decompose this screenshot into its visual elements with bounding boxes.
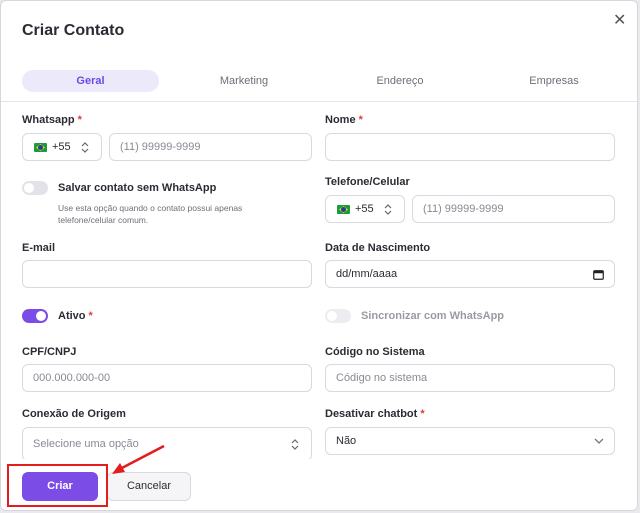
- telefone-country-select[interactable]: +55: [325, 195, 405, 223]
- birthdate-input[interactable]: dd/mm/aaaa: [325, 260, 615, 288]
- chatbot-select[interactable]: Não: [325, 427, 615, 455]
- whatsapp-number-input[interactable]: (11) 99999-9999: [109, 133, 312, 161]
- ativo-toggle[interactable]: [22, 309, 48, 323]
- calendar-icon[interactable]: [593, 269, 604, 280]
- birthdate-label: Data de Nascimento: [325, 242, 431, 254]
- tab-marketing[interactable]: Marketing: [170, 70, 318, 92]
- chatbot-label: Desativar chatbot *: [325, 408, 425, 420]
- tab-endereco[interactable]: Endereço: [326, 70, 474, 92]
- cancel-button[interactable]: Cancelar: [107, 472, 191, 501]
- modal-title: Criar Contato: [22, 22, 125, 39]
- save-without-whatsapp-help: Use esta opção quando o contato possui a…: [58, 203, 243, 225]
- divider: [1, 101, 637, 102]
- telefone-label: Telefone/Celular: [325, 176, 410, 188]
- select-arrows-icon: [291, 439, 299, 450]
- conexao-select[interactable]: Selecione uma opção: [22, 427, 312, 461]
- cpf-input[interactable]: 000.000.000-00: [22, 364, 312, 392]
- create-contact-modal: Criar Contato ✕ Geral Marketing Endereço…: [0, 0, 638, 511]
- sync-whatsapp-label: Sincronizar com WhatsApp: [361, 310, 505, 322]
- tab-geral[interactable]: Geral: [22, 70, 159, 92]
- select-arrows-icon: [384, 204, 392, 215]
- select-arrows-icon: [81, 142, 89, 153]
- chevron-down-icon: [594, 438, 604, 444]
- save-without-whatsapp-label: Salvar contato sem WhatsApp: [58, 182, 217, 194]
- ativo-label: Ativo *: [58, 310, 93, 322]
- sync-whatsapp-toggle[interactable]: [325, 309, 351, 323]
- tab-bar: Geral Marketing Endereço Empresas: [22, 70, 614, 92]
- annotation-highlight-box: [7, 464, 108, 507]
- close-icon[interactable]: ✕: [613, 13, 626, 29]
- whatsapp-label: Whatsapp *: [22, 114, 82, 126]
- tab-empresas[interactable]: Empresas: [480, 70, 628, 92]
- codigo-label: Código no Sistema: [325, 346, 425, 358]
- email-label: E-mail: [22, 242, 56, 254]
- annotation-arrow: [112, 444, 165, 474]
- brazil-flag-icon: [337, 205, 350, 214]
- codigo-input[interactable]: Código no sistema: [325, 364, 615, 392]
- conexao-label: Conexão de Origem: [22, 408, 126, 420]
- nome-input[interactable]: [325, 133, 615, 161]
- email-input[interactable]: [22, 260, 312, 288]
- brazil-flag-icon: [34, 143, 47, 152]
- telefone-number-input[interactable]: (11) 99999-9999: [412, 195, 615, 223]
- whatsapp-country-select[interactable]: +55: [22, 133, 102, 161]
- cpf-label: CPF/CNPJ: [22, 346, 77, 358]
- nome-label: Nome *: [325, 114, 363, 126]
- save-without-whatsapp-toggle[interactable]: [22, 181, 48, 195]
